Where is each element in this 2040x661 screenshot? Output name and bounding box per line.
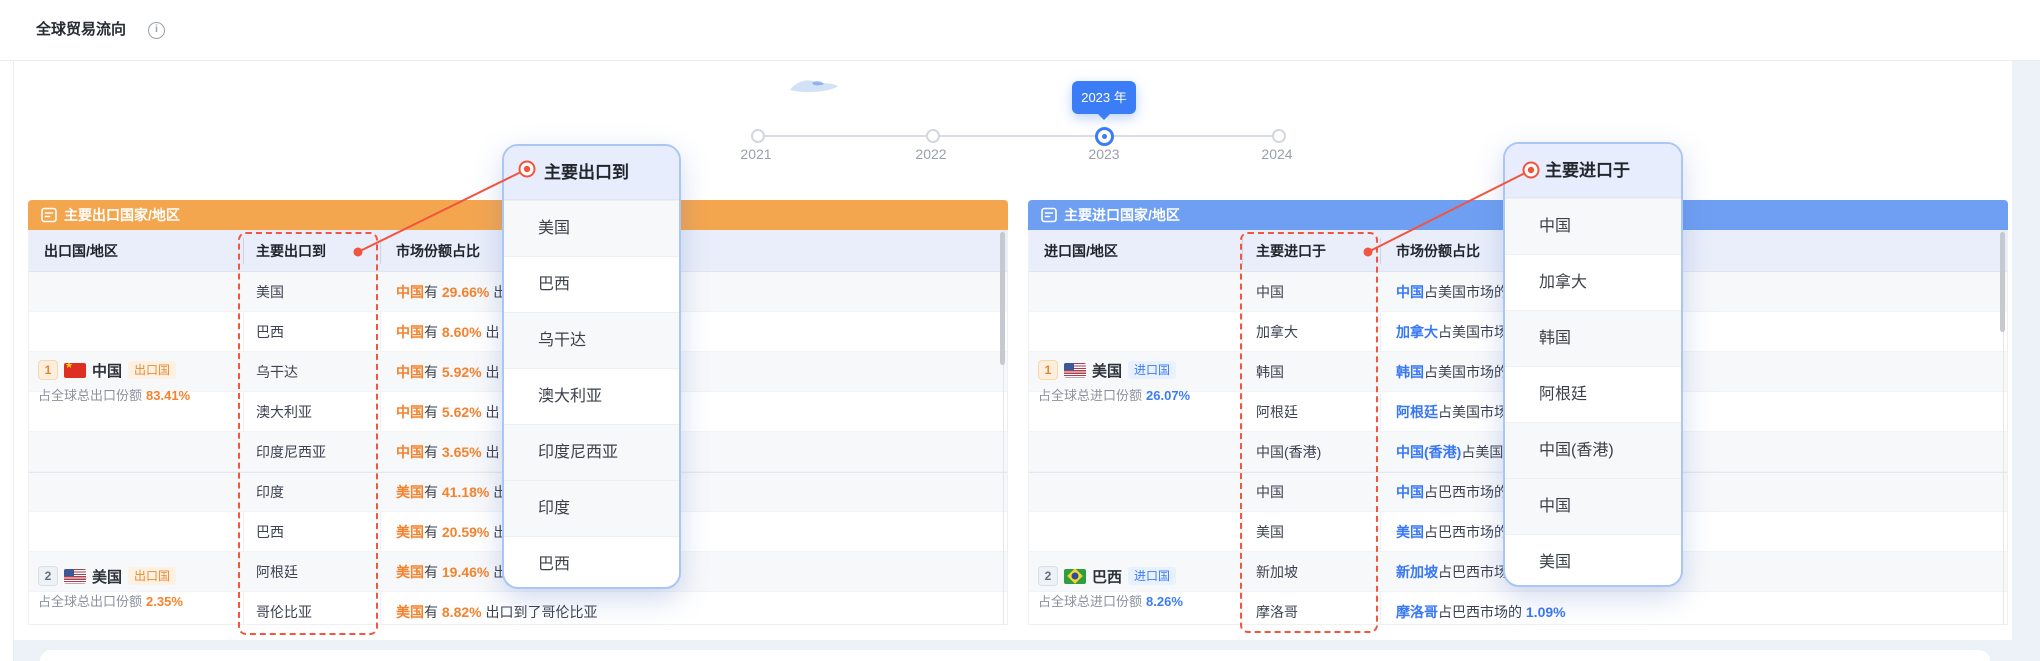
brazil-flag-icon (1064, 569, 1086, 584)
import-popover-title: 主要进口于 (1505, 144, 1681, 198)
year-slider-dot-2022[interactable] (926, 129, 940, 143)
table-list-icon (40, 206, 58, 227)
next-section-panel (40, 650, 1990, 661)
export-dest-column-highlight (238, 232, 378, 635)
year-slider-handle[interactable] (1095, 127, 1114, 146)
popover-item[interactable]: 中国 (1505, 198, 1681, 254)
export-table-title: 主要出口国家/地区 (64, 200, 180, 230)
col-market-share: 市场份额占比 (1396, 230, 1480, 272)
year-label-2024[interactable]: 2024 (1242, 146, 1312, 162)
popover-item[interactable]: 巴西 (504, 256, 679, 312)
export-table-scrollbar-thumb[interactable] (1000, 232, 1005, 365)
exporter-group-usa: 2 美国 出口国 占全球总出口份额2.35% (38, 566, 268, 610)
popover-item[interactable]: 阿根廷 (1505, 366, 1681, 422)
import-table-scrollbar-thumb[interactable] (2000, 232, 2005, 332)
page-title: 全球贸易流向 (36, 0, 126, 60)
popover-item[interactable]: 美国 (504, 200, 679, 256)
exporter-tag: 出口国 (128, 567, 176, 585)
year-tooltip: 2023 年 (1072, 81, 1136, 114)
rank-badge: 1 (1038, 360, 1058, 380)
popover-item[interactable]: 巴西 (504, 536, 679, 589)
usa-flag-icon (1064, 363, 1086, 378)
col-market-share: 市场份额占比 (396, 230, 480, 272)
year-label-2022[interactable]: 2022 (896, 146, 966, 162)
year-label-2021[interactable]: 2021 (721, 146, 791, 162)
popover-item[interactable]: 加拿大 (1505, 254, 1681, 310)
col-export-country: 出口国/地区 (44, 230, 118, 272)
table-list-icon (1040, 206, 1058, 227)
popover-item[interactable]: 中国(香港) (1505, 422, 1681, 478)
popover-item[interactable]: 印度 (504, 480, 679, 536)
popover-item[interactable]: 韩国 (1505, 310, 1681, 366)
usa-flag-icon (64, 569, 86, 584)
importer-group-brazil: 2 巴西 进口国 占全球总进口份额8.26% (1038, 566, 1268, 610)
popover-item[interactable]: 乌干达 (504, 312, 679, 368)
importer-tag: 进口国 (1128, 361, 1176, 379)
import-src-column-highlight (1240, 232, 1378, 633)
rank-badge: 1 (38, 360, 58, 380)
info-icon[interactable]: i (148, 22, 165, 39)
col-import-country: 进口国/地区 (1044, 230, 1118, 272)
export-popover-title: 主要出口到 (504, 146, 679, 200)
china-flag-icon (64, 363, 86, 378)
import-src-popover: 主要进口于 中国 加拿大 韩国 阿根廷 中国(香港) 中国 美国 (1503, 142, 1683, 587)
rank-badge: 2 (38, 566, 58, 586)
map-decoration (786, 74, 850, 100)
popover-item[interactable]: 澳大利亚 (504, 368, 679, 424)
export-dest-popover: 主要出口到 美国 巴西 乌干达 澳大利亚 印度尼西亚 印度 巴西 (502, 144, 681, 589)
header-bar: 全球贸易流向 i (0, 0, 2040, 61)
page-background-right (2012, 60, 2040, 661)
exporter-group-china: 1 中国 出口国 占全球总出口份额83.41% (38, 360, 268, 404)
importer-tag: 进口国 (1128, 567, 1176, 585)
exporter-tag: 出口国 (128, 361, 176, 379)
import-table-title: 主要进口国家/地区 (1064, 200, 1180, 230)
popover-item[interactable]: 中国 (1505, 478, 1681, 534)
year-label-2023[interactable]: 2023 (1069, 146, 1139, 162)
popover-item[interactable]: 印度尼西亚 (504, 424, 679, 480)
importer-group-usa: 1 美国 进口国 占全球总进口份额26.07% (1038, 360, 1268, 404)
year-slider-track[interactable] (756, 135, 1277, 137)
year-slider-dot-2024[interactable] (1272, 129, 1286, 143)
year-slider-dot-2021[interactable] (751, 129, 765, 143)
popover-item[interactable]: 美国 (1505, 534, 1681, 587)
rank-badge: 2 (1038, 566, 1058, 586)
